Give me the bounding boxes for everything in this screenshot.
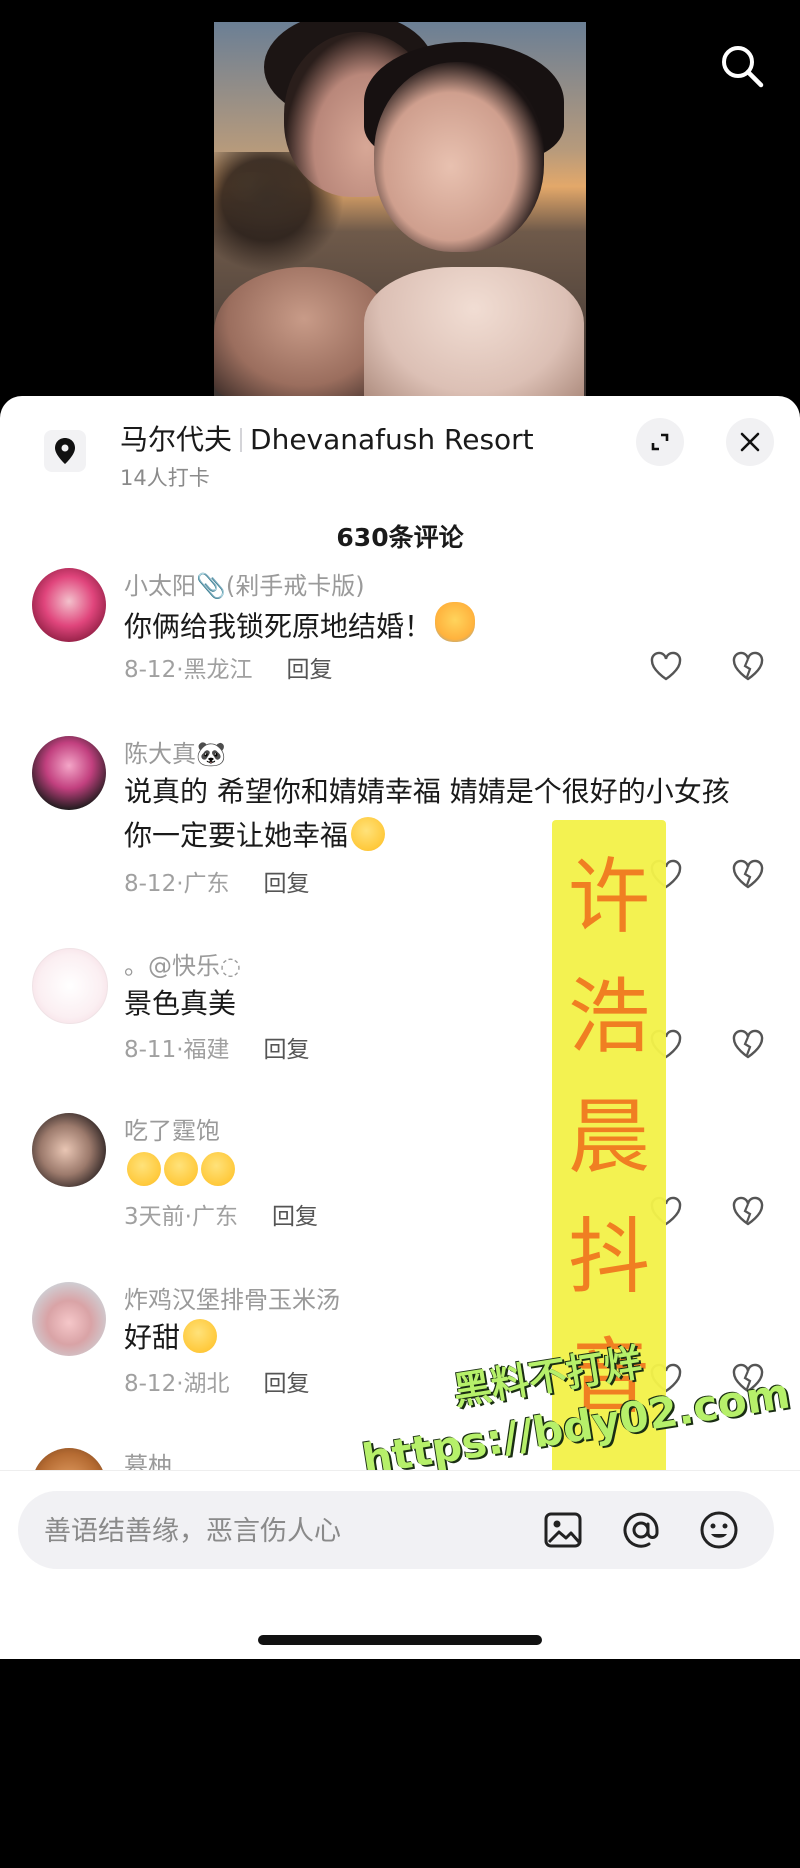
reply-button[interactable]: 回复 (272, 1204, 318, 1230)
comment-author[interactable]: 。@快乐◌ (124, 946, 241, 981)
avatar[interactable] (32, 1113, 106, 1187)
comment-author[interactable]: 炸鸡汉堡排骨玉米汤 (124, 1280, 340, 1315)
meta-separator: · (176, 1371, 184, 1397)
avatar[interactable] (32, 1282, 106, 1356)
comment-input-container[interactable] (18, 1491, 774, 1571)
laughing-crying-emoji (127, 1152, 161, 1186)
meta-separator: · (176, 1037, 184, 1063)
broken-heart-icon[interactable] (730, 1026, 766, 1062)
meta-separator: · (176, 657, 184, 683)
crying-emoji (351, 817, 386, 851)
comment-emojis (124, 1149, 764, 1193)
avatar[interactable] (32, 948, 108, 1024)
comment-text-content: 好甜 (124, 1321, 181, 1354)
expand-button[interactable] (636, 418, 684, 466)
broken-heart-icon[interactable] (730, 856, 766, 892)
meta-separator: · (176, 871, 184, 897)
comment-meta: 8-11·福建 回复 (124, 1030, 310, 1064)
meta-separator: · (184, 1204, 192, 1230)
comment-input[interactable] (42, 1491, 516, 1571)
comment-list[interactable]: 小太阳📎(剁手戒卡版) 你俩给我锁死原地结婚！ 8-12·黑龙江 回复 陈大真🐼 … (0, 568, 800, 1868)
comment-input-bar (0, 1470, 800, 1659)
location-pin-icon[interactable] (44, 430, 86, 472)
broken-heart-icon[interactable] (730, 648, 766, 684)
close-button[interactable] (726, 418, 774, 466)
location-name-cn: 马尔代夫 (120, 423, 233, 456)
comment-author[interactable]: 吃了霆饱 (124, 1111, 220, 1146)
expand-icon (651, 433, 669, 451)
comment-count: 630条评论 (336, 523, 464, 552)
checkin-count: 14人打卡 (120, 466, 210, 490)
comment-text: 说真的 希望你和婧婧幸福 婧婧是个很好的小女孩 你一定要让她幸福 (124, 770, 764, 858)
watermark-char: 许 (567, 850, 650, 945)
comment-meta: 3天前·广东 回复 (124, 1197, 318, 1231)
comment-meta: 8-12·湖北 回复 (124, 1364, 310, 1398)
comment-text-content: 你俩给我锁死原地结婚！ (124, 610, 433, 643)
mention-icon[interactable] (618, 1507, 664, 1553)
watermark-char: 浩 (567, 970, 650, 1065)
watermark-char: 抖 (567, 1210, 650, 1305)
video-area[interactable] (0, 0, 800, 400)
emoji-icon[interactable] (696, 1507, 742, 1553)
comment-region: 黑龙江 (183, 657, 253, 683)
video-thumbnail[interactable] (214, 22, 586, 396)
face-shape (374, 62, 544, 252)
avatar[interactable] (32, 568, 106, 642)
comment-date: 3天前 (124, 1204, 185, 1230)
comment-meta: 8-12·广东 回复 (124, 864, 310, 898)
comment-text: 你俩给我锁死原地结婚！ (124, 602, 764, 649)
reply-button[interactable]: 回复 (264, 1037, 310, 1063)
comment-date: 8-11 (124, 1037, 177, 1063)
comment-author[interactable]: 小太阳📎(剁手戒卡版) (124, 566, 365, 601)
comment-region: 福建 (183, 1037, 230, 1063)
location-title[interactable]: 马尔代夫 Dhevanafush Resort (120, 418, 534, 458)
heart-icon[interactable] (648, 648, 684, 684)
reply-button[interactable]: 回复 (264, 1371, 310, 1397)
hug-emoji (435, 602, 476, 642)
broken-heart-icon[interactable] (730, 1193, 766, 1229)
title-divider (240, 428, 243, 452)
watermark-char: 晨 (567, 1090, 650, 1185)
comment-text: 景色真美 (124, 987, 237, 1020)
reply-button[interactable]: 回复 (287, 657, 333, 683)
comment-date: 8-12 (124, 657, 177, 683)
comment-author[interactable]: 陈大真🐼 (124, 734, 226, 769)
reply-button[interactable]: 回复 (264, 871, 310, 897)
laughing-crying-emoji (164, 1152, 198, 1186)
laughing-crying-emoji (201, 1152, 235, 1186)
comment-text: 好甜 (124, 1316, 764, 1360)
comment-region: 广东 (183, 871, 230, 897)
search-icon[interactable] (718, 42, 766, 90)
comment-region: 湖北 (183, 1371, 230, 1397)
home-indicator[interactable] (258, 1635, 542, 1645)
comment-meta: 8-12·黑龙江 回复 (124, 650, 333, 684)
comment-date: 8-12 (124, 871, 177, 897)
location-name-en: Dhevanafush Resort (250, 423, 534, 456)
close-icon (740, 432, 760, 452)
image-icon[interactable] (540, 1507, 586, 1553)
comment-region: 广东 (191, 1204, 238, 1230)
pleading-emoji (183, 1319, 218, 1353)
dress-shape (364, 267, 584, 396)
avatar[interactable] (32, 736, 106, 810)
comment-date: 8-12 (124, 1371, 177, 1397)
